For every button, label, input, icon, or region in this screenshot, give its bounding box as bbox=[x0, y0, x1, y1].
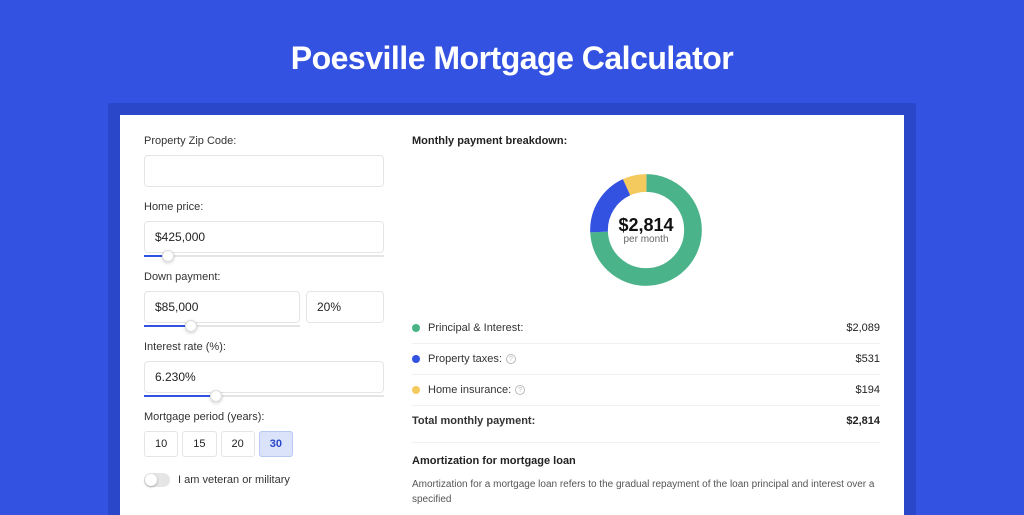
amortization-section: Amortization for mortgage loan Amortizat… bbox=[412, 442, 880, 507]
home-price-slider[interactable] bbox=[144, 255, 384, 257]
zip-input[interactable] bbox=[144, 155, 384, 187]
legend-label: Principal & Interest: bbox=[428, 322, 846, 334]
slider-thumb[interactable] bbox=[185, 320, 197, 332]
legend-total-label: Total monthly payment: bbox=[412, 415, 846, 427]
info-icon[interactable]: ? bbox=[515, 385, 525, 395]
breakdown-heading: Monthly payment breakdown: bbox=[412, 135, 880, 147]
veteran-toggle[interactable] bbox=[144, 473, 170, 487]
interest-input[interactable] bbox=[144, 361, 384, 393]
legend-dot bbox=[412, 355, 420, 363]
legend-total-value: $2,814 bbox=[846, 415, 880, 427]
down-payment-input[interactable] bbox=[144, 291, 300, 323]
veteran-row: I am veteran or military bbox=[144, 473, 384, 487]
legend-dot bbox=[412, 386, 420, 394]
period-option-20[interactable]: 20 bbox=[221, 431, 255, 457]
legend-total-row: Total monthly payment:$2,814 bbox=[412, 405, 880, 436]
donut-sublabel: per month bbox=[618, 234, 673, 245]
zip-label: Property Zip Code: bbox=[144, 135, 384, 147]
toggle-knob bbox=[145, 474, 157, 486]
period-option-15[interactable]: 15 bbox=[182, 431, 216, 457]
page-title: Poesville Mortgage Calculator bbox=[108, 40, 916, 77]
period-label: Mortgage period (years): bbox=[144, 411, 384, 423]
down-payment-label: Down payment: bbox=[144, 271, 384, 283]
veteran-label: I am veteran or military bbox=[178, 474, 290, 486]
period-options: 10152030 bbox=[144, 431, 384, 457]
form-column: Property Zip Code: Home price: Down paym… bbox=[144, 135, 384, 515]
slider-fill bbox=[144, 395, 216, 397]
home-price-input[interactable] bbox=[144, 221, 384, 253]
slider-thumb[interactable] bbox=[162, 250, 174, 262]
home-price-label: Home price: bbox=[144, 201, 384, 213]
slider-thumb[interactable] bbox=[210, 390, 222, 402]
legend-label: Property taxes: ? bbox=[428, 353, 856, 365]
legend-value: $2,089 bbox=[846, 322, 880, 334]
legend-label: Home insurance: ? bbox=[428, 384, 856, 396]
down-payment-slider[interactable] bbox=[144, 325, 300, 327]
info-icon[interactable]: ? bbox=[506, 354, 516, 364]
down-payment-percent-input[interactable] bbox=[306, 291, 384, 323]
amortization-body: Amortization for a mortgage loan refers … bbox=[412, 477, 880, 507]
donut-chart: $2,814 per month bbox=[412, 155, 880, 305]
legend-row: Home insurance: ?$194 bbox=[412, 374, 880, 405]
zip-field-group: Property Zip Code: bbox=[144, 135, 384, 187]
home-price-field-group: Home price: bbox=[144, 201, 384, 257]
interest-slider[interactable] bbox=[144, 395, 384, 397]
amortization-heading: Amortization for mortgage loan bbox=[412, 455, 880, 467]
down-payment-field-group: Down payment: bbox=[144, 271, 384, 327]
legend-value: $194 bbox=[856, 384, 880, 396]
legend-row: Principal & Interest:$2,089 bbox=[412, 313, 880, 343]
interest-field-group: Interest rate (%): bbox=[144, 341, 384, 397]
legend-dot bbox=[412, 324, 420, 332]
period-field-group: Mortgage period (years): 10152030 bbox=[144, 411, 384, 457]
donut-value: $2,814 bbox=[618, 215, 673, 236]
period-option-10[interactable]: 10 bbox=[144, 431, 178, 457]
legend-row: Property taxes: ?$531 bbox=[412, 343, 880, 374]
interest-label: Interest rate (%): bbox=[144, 341, 384, 353]
breakdown-column: Monthly payment breakdown: $2,814 per mo… bbox=[412, 135, 880, 515]
slider-fill bbox=[144, 325, 191, 327]
calculator-panel: Property Zip Code: Home price: Down paym… bbox=[108, 103, 916, 515]
legend-value: $531 bbox=[856, 353, 880, 365]
legend: Principal & Interest:$2,089Property taxe… bbox=[412, 313, 880, 436]
period-option-30[interactable]: 30 bbox=[259, 431, 293, 457]
